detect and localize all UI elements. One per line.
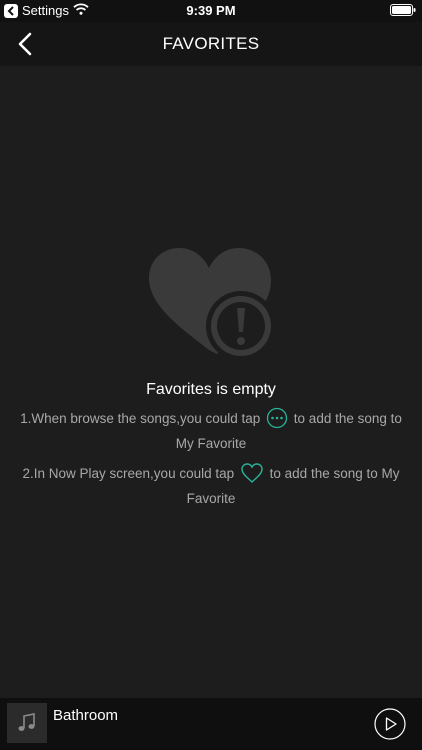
play-icon[interactable] (374, 708, 406, 740)
empty-state-title: Favorites is empty (146, 381, 276, 398)
more-dots-icon (266, 407, 288, 434)
hint2-text-before: 2.In Now Play screen,you could tap (22, 466, 235, 481)
hint-browse: 1.When browse the songs,you could tap to… (20, 407, 402, 453)
now-playing-title: Bathroom (53, 707, 119, 724)
mini-player[interactable]: Bathroom (0, 698, 422, 750)
hint-now-play: 2.In Now Play screen,you could tap to ad… (20, 462, 402, 508)
music-note-icon (7, 703, 47, 743)
heart-alert-icon (147, 246, 277, 362)
status-time: 9:39 PM (186, 3, 236, 18)
heart-outline-icon (240, 462, 264, 489)
page-title: FAVORITES (162, 34, 260, 53)
status-bar: Settings 9:39 PM (0, 0, 422, 22)
nav-bar: FAVORITES (0, 22, 422, 66)
battery-icon (390, 4, 416, 19)
hint1-text-before: 1.When browse the songs,you could tap (20, 411, 261, 426)
